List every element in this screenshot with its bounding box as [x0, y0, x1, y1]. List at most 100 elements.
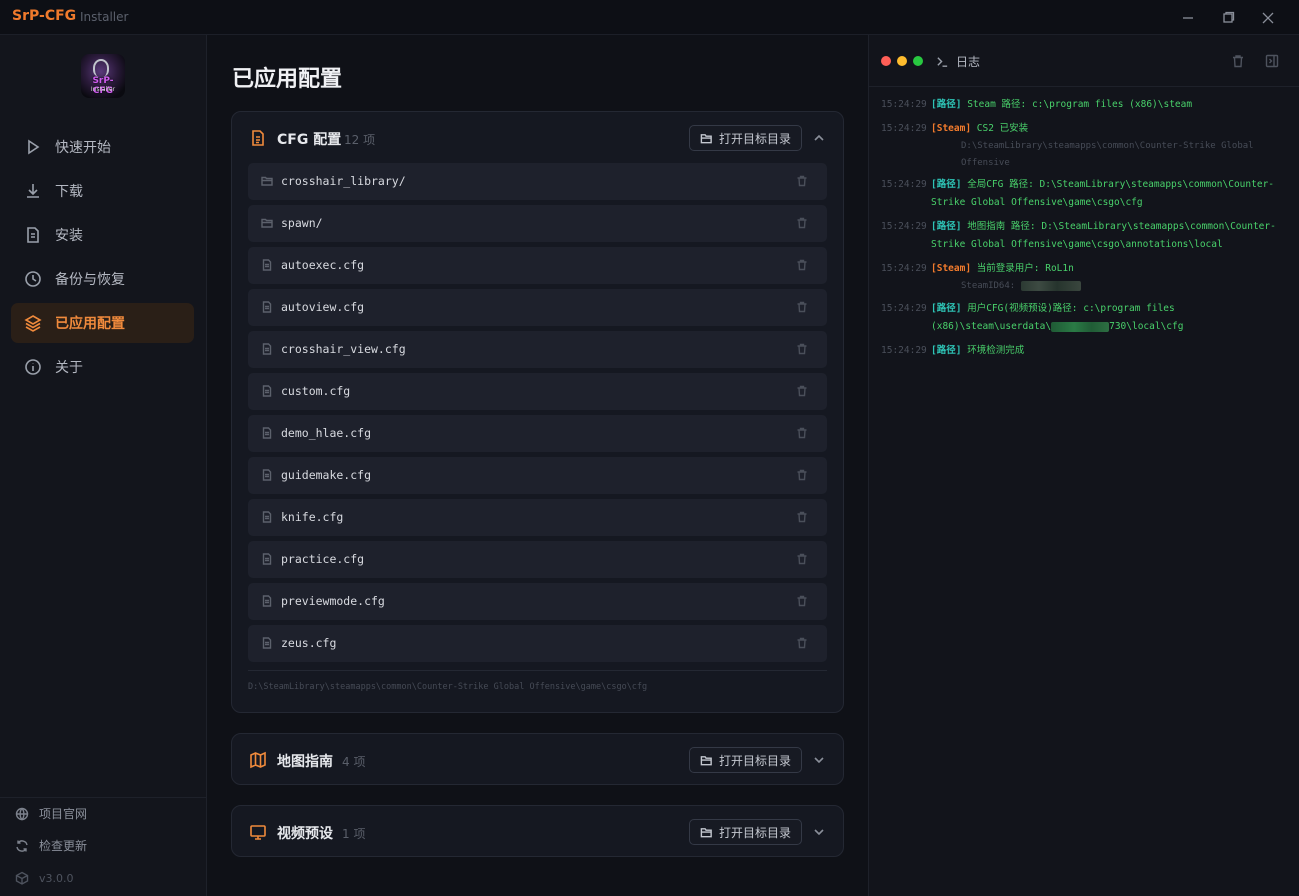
open-target-dir-button[interactable]: 打开目标目录	[688, 125, 802, 151]
nav-label: 关于	[55, 360, 83, 376]
nav-download[interactable]: 下载	[11, 171, 194, 211]
log-header: 日志	[869, 35, 1299, 87]
check-update-label: 检查更新	[39, 839, 88, 853]
cfg-card-header[interactable]: CFG 配置 12 项 打开目标目录	[232, 112, 843, 164]
trash-icon[interactable]	[796, 343, 808, 355]
video-preset-card: 视频预设 1 项 打开目标目录	[231, 805, 844, 857]
yellow-dot-icon	[897, 56, 907, 66]
app-name: SrP-CFG	[12, 8, 77, 24]
trash-icon[interactable]	[796, 259, 808, 271]
nav-applied-config[interactable]: 已应用配置	[11, 303, 194, 343]
chevron-up-icon[interactable]	[812, 131, 826, 145]
open-target-dir-button[interactable]: 打开目标目录	[688, 819, 802, 845]
steamid-label: SteamID64:	[961, 281, 1016, 291]
map-guide-card: 地图指南 4 项 打开目标目录	[231, 733, 844, 785]
file-row[interactable]: autoview.cfg	[248, 289, 827, 326]
file-row[interactable]: crosshair_library/	[248, 163, 827, 200]
trash-icon[interactable]	[796, 217, 808, 229]
file-name: autoexec.cfg	[281, 258, 365, 272]
file-name: knife.cfg	[281, 510, 344, 524]
log-tag: [路径]	[931, 99, 962, 110]
website-label: 项目官网	[39, 807, 88, 821]
log-tag: [路径]	[931, 221, 962, 232]
folder-open-icon	[700, 827, 712, 837]
app-subtitle: Installer	[80, 10, 129, 24]
file-icon	[261, 553, 273, 565]
file-icon	[261, 259, 273, 271]
map-icon	[249, 751, 267, 769]
file-name: crosshair_view.cfg	[281, 342, 406, 356]
website-link[interactable]: 项目官网	[15, 805, 87, 822]
sidebar: SrP-CFG Installer 快速开始 下载 安装 备份与恢复 已应用配置…	[0, 35, 207, 896]
sidebar-footer	[0, 797, 207, 798]
trash-icon[interactable]	[796, 175, 808, 187]
chevron-down-icon[interactable]	[812, 753, 826, 767]
log-tag: [Steam]	[931, 123, 972, 134]
trash-icon[interactable]	[796, 385, 808, 397]
file-icon	[261, 343, 273, 355]
file-row[interactable]: custom.cfg	[248, 373, 827, 410]
chevron-down-icon[interactable]	[812, 825, 826, 839]
video-card-header[interactable]: 视频预设 1 项 打开目标目录	[232, 806, 843, 858]
red-dot-icon	[881, 56, 891, 66]
redacted-steamid	[1020, 280, 1081, 291]
file-row[interactable]: knife.cfg	[248, 499, 827, 536]
trash-icon[interactable]	[796, 553, 808, 565]
log-time: 15:24:29	[881, 179, 927, 190]
trash-icon[interactable]	[796, 637, 808, 649]
nav-install[interactable]: 安装	[11, 215, 194, 255]
card-count: 12 项	[344, 133, 376, 147]
trash-icon[interactable]	[796, 301, 808, 313]
minimize-button[interactable]	[1168, 0, 1208, 35]
trash-icon	[1233, 55, 1243, 68]
log-tag: [路径]	[931, 179, 962, 190]
layers-icon	[24, 315, 42, 332]
file-icon	[261, 427, 273, 439]
file-row[interactable]: zeus.cfg	[248, 625, 827, 662]
trash-icon[interactable]	[796, 427, 808, 439]
file-icon	[261, 595, 273, 607]
target-path: D:\SteamLibrary\steamapps\common\Counter…	[248, 670, 827, 692]
app-logo: SrP-CFG Installer	[81, 54, 125, 98]
log-tag: [路径]	[931, 303, 962, 314]
restore-button[interactable]	[1208, 0, 1248, 35]
nav-about[interactable]: 关于	[11, 347, 194, 387]
map-card-header[interactable]: 地图指南 4 项 打开目标目录	[232, 734, 843, 786]
globe-icon	[15, 807, 29, 820]
file-name: demo_hlae.cfg	[281, 426, 372, 440]
nav-label: 备份与恢复	[55, 272, 125, 288]
trash-icon[interactable]	[796, 511, 808, 523]
card-title: CFG 配置	[277, 132, 342, 148]
trash-icon[interactable]	[796, 595, 808, 607]
file-icon	[261, 511, 273, 523]
card-title: 视频预设	[277, 826, 333, 842]
file-name: practice.cfg	[281, 552, 365, 566]
file-row[interactable]: crosshair_view.cfg	[248, 331, 827, 368]
file-row[interactable]: practice.cfg	[248, 541, 827, 578]
download-icon	[27, 184, 39, 198]
close-button[interactable]	[1248, 0, 1288, 35]
refresh-icon	[16, 839, 28, 852]
card-count: 4 项	[342, 755, 366, 769]
file-row[interactable]: demo_hlae.cfg	[248, 415, 827, 452]
file-row[interactable]: previewmode.cfg	[248, 583, 827, 620]
file-row[interactable]: autoexec.cfg	[248, 247, 827, 284]
file-row[interactable]: guidemake.cfg	[248, 457, 827, 494]
nav-quick-start[interactable]: 快速开始	[11, 127, 194, 167]
file-row[interactable]: spawn/	[248, 205, 827, 242]
log-message: 当前登录用户: RoL1n	[976, 263, 1074, 274]
log-time: 15:24:29	[881, 221, 927, 232]
open-target-dir-button[interactable]: 打开目标目录	[688, 747, 802, 773]
log-sub-message: SteamID64:	[931, 278, 1291, 295]
log-tag: [Steam]	[931, 263, 972, 274]
terminal-icon	[937, 57, 948, 67]
nav-backup-restore[interactable]: 备份与恢复	[11, 259, 194, 299]
main-content: 已应用配置 CFG 配置 12 项 打开目标目录 crosshair_libra…	[207, 35, 868, 896]
check-update-link[interactable]: 检查更新	[15, 837, 87, 854]
file-name: spawn/	[281, 216, 323, 230]
collapse-panel-button[interactable]	[1265, 54, 1279, 68]
file-name: autoview.cfg	[281, 300, 365, 314]
trash-icon[interactable]	[796, 469, 808, 481]
clear-log-button[interactable]	[1231, 54, 1245, 68]
folder-open-icon	[700, 133, 712, 143]
